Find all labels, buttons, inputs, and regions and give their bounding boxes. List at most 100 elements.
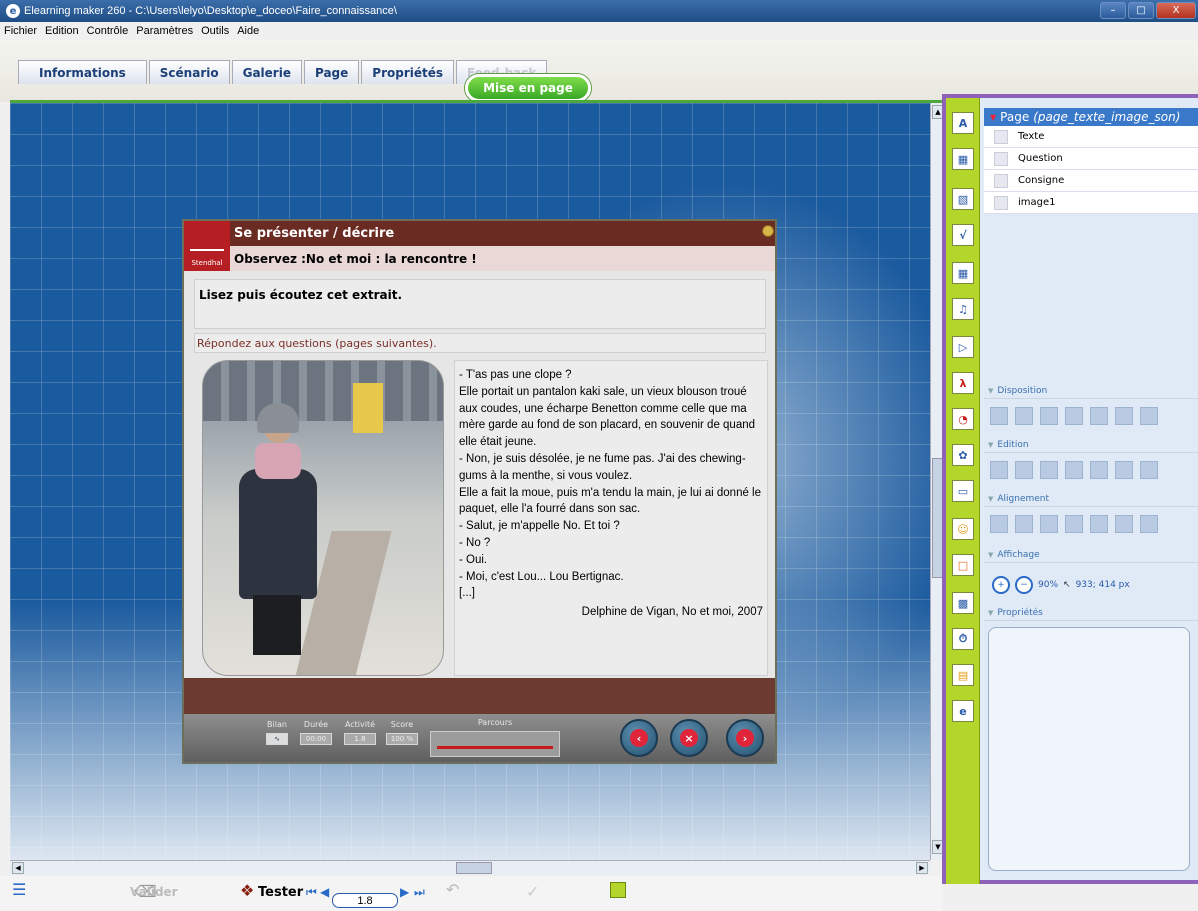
valider-button[interactable]: Valider [130, 885, 178, 899]
menu-controle[interactable]: Contrôle [87, 25, 129, 37]
menu-outils[interactable]: Outils [201, 25, 229, 37]
align-button[interactable] [1065, 515, 1083, 533]
tab-informations[interactable]: Informations [18, 60, 147, 84]
disposition-button[interactable] [1040, 407, 1058, 425]
tree-item-texte[interactable]: Texte [984, 126, 1198, 148]
green-square-icon[interactable] [610, 882, 626, 898]
note-tool-icon[interactable]: ▤ [952, 664, 974, 686]
next-page-icon[interactable]: ▶ [400, 885, 409, 899]
page-list-icon[interactable]: ☰ [12, 880, 26, 899]
formula-tool-icon[interactable]: √ [952, 224, 974, 246]
element-icon [994, 151, 1008, 166]
tab-scenario[interactable]: Scénario [148, 60, 230, 84]
extract-text-block[interactable]: - T'as pas une clope ? Elle portait un p… [454, 360, 768, 676]
disposition-button[interactable] [1140, 407, 1158, 425]
image-tool-icon[interactable]: ▦ [952, 148, 974, 170]
pdf-tool-icon[interactable]: λ [952, 372, 974, 394]
menu-aide[interactable]: Aide [237, 25, 259, 37]
tree-item-question[interactable]: Question [984, 148, 1198, 170]
animation-tool-icon[interactable]: ▩ [952, 592, 974, 614]
last-page-icon[interactable]: ⏭ [414, 885, 425, 900]
section-edition[interactable]: ▼ Edition [984, 437, 1198, 453]
frame-tool-icon[interactable]: □ [952, 554, 974, 576]
scroll-right-icon[interactable]: ▶ [916, 862, 928, 874]
disposition-button[interactable] [990, 407, 1008, 425]
sound-tool-icon[interactable]: ♫ [952, 298, 974, 320]
activite-value: 1.8 [344, 733, 376, 745]
page-number-input[interactable] [332, 893, 398, 908]
duplicate-button[interactable] [1065, 461, 1083, 479]
next-page-button[interactable]: › [726, 719, 764, 757]
align-button[interactable] [990, 515, 1008, 533]
tree-item-consigne[interactable]: Consigne [984, 170, 1198, 192]
tab-page[interactable]: Page [303, 60, 360, 84]
video-tool-icon[interactable]: ▷ [952, 336, 974, 358]
disposition-button[interactable] [1115, 407, 1133, 425]
canvas-horizontal-scrollbar[interactable]: ◀ ▶ [10, 860, 930, 875]
table-tool-icon[interactable]: ▦ [952, 262, 974, 284]
consigne-text-block[interactable]: Lisez puis écoutez cet extrait. [194, 279, 766, 329]
disposition-button[interactable] [1015, 407, 1033, 425]
collapse-icon: ▼ [988, 386, 994, 395]
delete-button[interactable] [1090, 461, 1108, 479]
test-icon[interactable]: ❖ [240, 881, 254, 900]
scroll-left-icon[interactable]: ◀ [12, 862, 24, 874]
tree-root-page[interactable]: ▼ Page (page_texte_image_son) [984, 108, 1198, 126]
previous-page-button[interactable]: ‹ [620, 719, 658, 757]
cut-button[interactable] [1015, 461, 1033, 479]
paste-button[interactable] [1040, 461, 1058, 479]
text-tool-icon[interactable]: A [952, 112, 974, 134]
disposition-button[interactable] [1065, 407, 1083, 425]
close-window-button[interactable]: X [1156, 2, 1196, 19]
tab-proprietes[interactable]: Propriétés [361, 60, 455, 84]
horizontal-scroll-thumb[interactable] [456, 862, 492, 874]
window-tool-icon[interactable]: ▭ [952, 480, 974, 502]
question-text-block[interactable]: Répondez aux questions (pages suivantes)… [194, 333, 766, 353]
minimize-button[interactable]: – [1100, 2, 1126, 19]
extract-line: aux coudes, une écharpe Benetton comme c… [459, 402, 747, 415]
section-alignement[interactable]: ▼ Alignement [984, 491, 1198, 507]
undo-icon[interactable]: ↶ [446, 880, 459, 899]
zoom-in-icon[interactable]: + [992, 576, 1010, 594]
maximize-button[interactable]: □ [1128, 2, 1154, 19]
tree-item-label: Consigne [1018, 175, 1065, 186]
section-disposition[interactable]: ▼ Disposition [984, 383, 1198, 399]
check-icon[interactable]: ✓ [526, 882, 539, 901]
section-proprietes[interactable]: ▼ Propriétés [984, 605, 1198, 621]
edition-button[interactable] [1115, 461, 1133, 479]
tab-galerie[interactable]: Galerie [231, 60, 302, 84]
first-page-icon[interactable]: ⏮ [306, 885, 317, 900]
align-button[interactable] [1040, 515, 1058, 533]
chart-tool-icon[interactable]: ◔ [952, 408, 974, 430]
bilan-stat[interactable]: Bilan ∿ [266, 720, 288, 745]
smiley-tool-icon[interactable]: ☺ [952, 518, 974, 540]
flash-tool-icon[interactable]: ✿ [952, 444, 974, 466]
align-button[interactable] [1090, 515, 1108, 533]
tester-button[interactable]: Tester [258, 885, 303, 900]
timer-tool-icon[interactable]: ⏱ [952, 628, 974, 650]
quit-button[interactable]: × [670, 719, 708, 757]
menu-parametres[interactable]: Paramètres [136, 25, 193, 37]
menu-fichier[interactable]: Fichier [4, 25, 37, 37]
media-tool-icon[interactable]: ▧ [952, 188, 974, 210]
align-button[interactable] [1140, 515, 1158, 533]
menu-edition[interactable]: Edition [45, 25, 79, 37]
edition-button[interactable] [1140, 461, 1158, 479]
slide-close-icon[interactable] [762, 225, 774, 237]
zoom-out-icon[interactable]: − [1015, 576, 1033, 594]
align-button[interactable] [1115, 515, 1133, 533]
expand-arrow-icon[interactable]: ▼ [990, 113, 996, 122]
bilan-icon[interactable]: ∿ [266, 733, 288, 745]
prev-page-icon[interactable]: ◀ [320, 885, 329, 899]
slide-preview[interactable]: Se présenter / décrire Observez :No et m… [182, 219, 777, 764]
section-affichage[interactable]: ▼ Affichage [984, 547, 1198, 563]
image1-photo[interactable] [202, 360, 444, 676]
collapse-icon: ▼ [988, 494, 994, 503]
align-button[interactable] [1015, 515, 1033, 533]
web-tool-icon[interactable]: e [952, 700, 974, 722]
duree-stat: Durée 00:00 [300, 720, 332, 745]
disposition-button[interactable] [1090, 407, 1108, 425]
copy-button[interactable] [990, 461, 1008, 479]
mise-en-page-button[interactable]: Mise en page [465, 74, 591, 102]
tree-item-image1[interactable]: image1 [984, 192, 1198, 214]
